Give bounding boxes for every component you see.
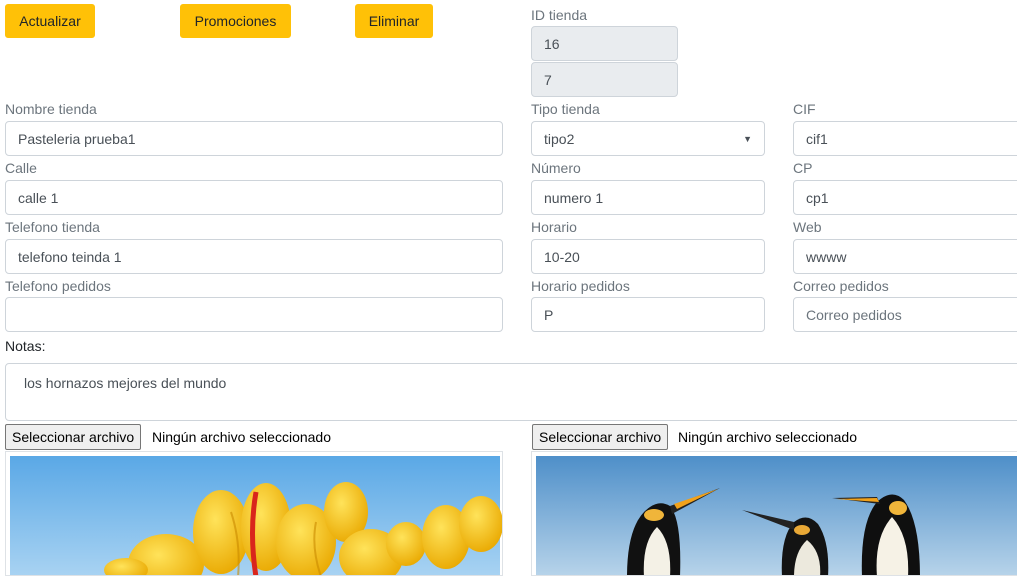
file-status-left: Ningún archivo seleccionado (152, 429, 331, 445)
web-label: Web (793, 219, 822, 235)
store-id-field (531, 26, 678, 61)
number-input[interactable] (531, 180, 765, 215)
schedule-label: Horario (531, 219, 577, 235)
store-type-select[interactable]: tipo2 ▼ (531, 121, 765, 156)
select-file-button-left[interactable]: Seleccionar archivo (5, 424, 142, 450)
orders-phone-label: Telefono pedidos (5, 278, 111, 294)
store-name-label: Nombre tienda (5, 101, 97, 117)
store-id-label: ID tienda (531, 7, 588, 23)
notes-label: Notas: (5, 338, 46, 354)
street-input[interactable] (5, 180, 503, 215)
store-name-input[interactable] (5, 121, 503, 156)
select-file-button-right[interactable]: Seleccionar archivo (532, 424, 669, 450)
chevron-down-icon: ▼ (743, 133, 752, 144)
file-status-right: Ningún archivo seleccionado (678, 429, 857, 445)
orders-phone-input[interactable] (5, 297, 503, 332)
orders-schedule-label: Horario pedidos (531, 278, 630, 294)
promotions-button[interactable]: Promociones (180, 4, 291, 38)
web-input[interactable] (793, 239, 1017, 274)
penguins-image (531, 451, 1017, 576)
schedule-input[interactable] (531, 239, 765, 274)
store-id-secondary-field (531, 62, 678, 97)
delete-button[interactable]: Eliminar (355, 4, 433, 38)
cif-input[interactable] (793, 121, 1017, 156)
phone-input[interactable] (5, 239, 503, 274)
number-label: Número (531, 160, 581, 176)
store-type-value: tipo2 (544, 130, 575, 147)
tulips-image (5, 451, 503, 576)
orders-email-label: Correo pedidos (793, 278, 889, 294)
orders-schedule-input[interactable] (531, 297, 765, 332)
penguins-photo-icon (536, 456, 1017, 575)
notes-textarea[interactable]: los hornazos mejores del mundo (5, 363, 1017, 421)
street-label: Calle (5, 160, 37, 176)
phone-label: Telefono tienda (5, 219, 100, 235)
cp-label: CP (793, 160, 813, 176)
orders-email-input[interactable] (793, 297, 1017, 332)
update-button[interactable]: Actualizar (5, 4, 95, 38)
tulips-photo-icon (10, 456, 502, 575)
cif-label: CIF (793, 101, 816, 117)
cp-input[interactable] (793, 180, 1017, 215)
store-type-label: Tipo tienda (531, 101, 600, 117)
